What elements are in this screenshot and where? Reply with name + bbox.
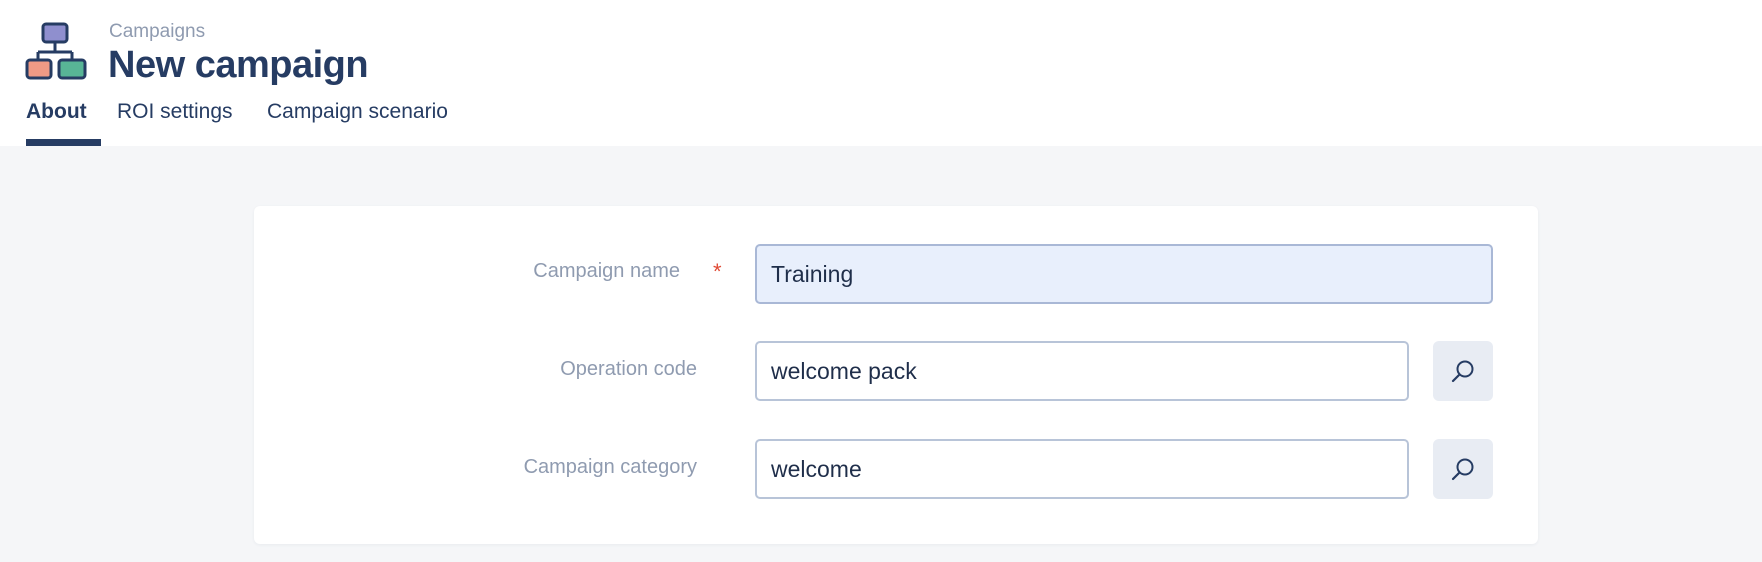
campaign-name-label: Campaign name <box>533 260 680 282</box>
page-header: Campaigns New campaign About ROI setting… <box>0 0 1762 146</box>
campaign-category-label: Campaign category <box>523 456 697 478</box>
breadcrumb[interactable]: Campaigns <box>109 21 205 43</box>
operation-code-input[interactable] <box>755 341 1409 401</box>
search-icon <box>1451 458 1474 481</box>
operation-code-label: Operation code <box>560 358 697 380</box>
tab-campaign-scenario[interactable]: Campaign scenario <box>267 100 448 124</box>
campaign-hierarchy-icon <box>25 22 87 80</box>
required-marker: * <box>713 259 722 284</box>
page-title: New campaign <box>108 44 369 86</box>
search-icon <box>1451 360 1474 383</box>
tab-roi-settings[interactable]: ROI settings <box>117 100 233 124</box>
operation-code-lookup-button[interactable] <box>1433 341 1493 401</box>
tab-about[interactable]: About <box>26 100 87 124</box>
campaign-category-lookup-button[interactable] <box>1433 439 1493 499</box>
active-tab-indicator <box>26 139 101 146</box>
campaign-name-input[interactable] <box>755 244 1493 304</box>
campaign-form-card: Campaign name * Operation code Campaign … <box>254 206 1538 544</box>
campaign-category-input[interactable] <box>755 439 1409 499</box>
